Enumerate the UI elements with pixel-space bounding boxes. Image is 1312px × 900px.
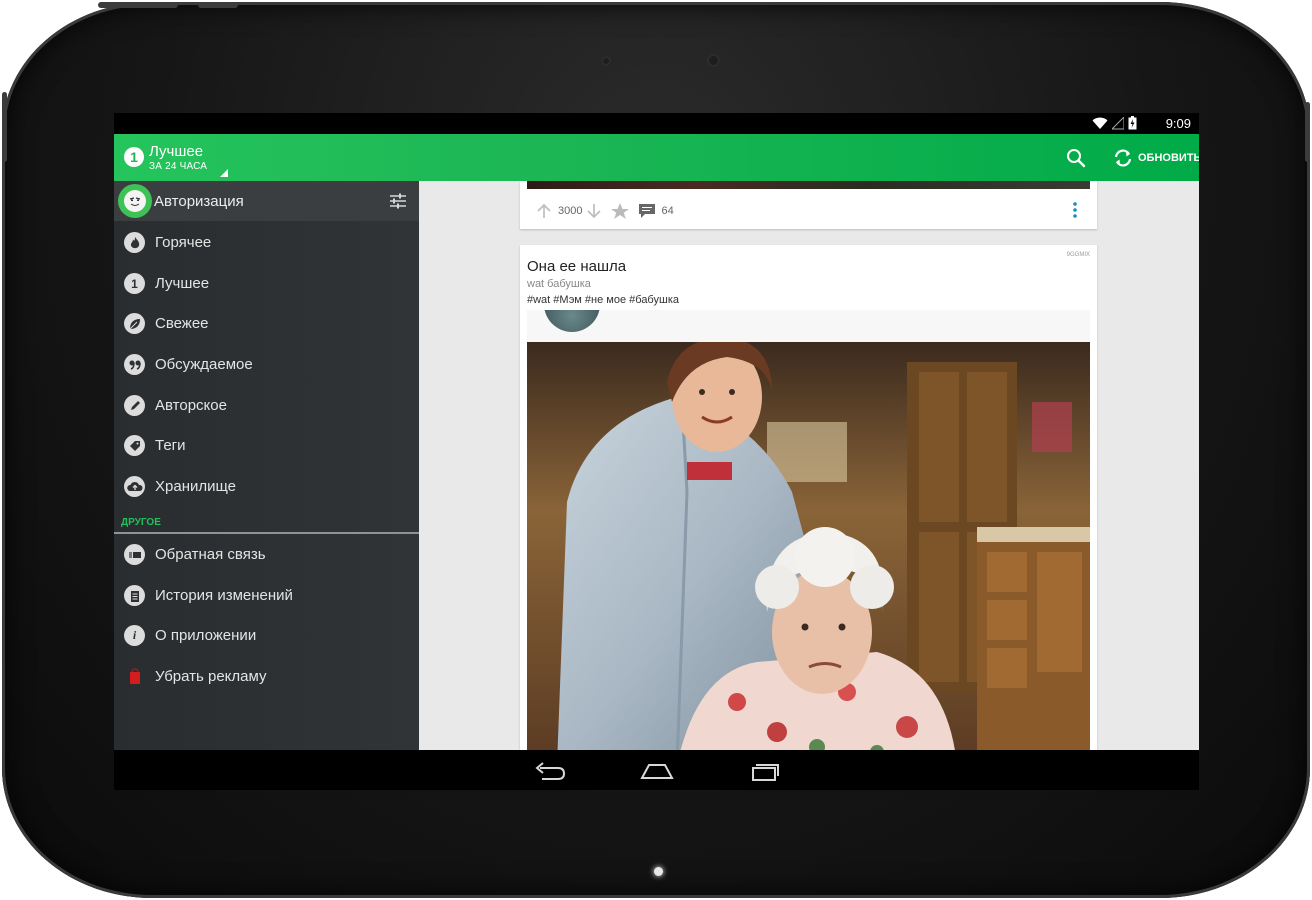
flame-icon [124,232,145,253]
troll-face-icon [124,190,146,212]
mail-icon [124,544,145,565]
drawer-item-hot[interactable]: Горячее [114,222,419,262]
drawer-item-remove-ads[interactable]: Убрать рекламу [114,656,419,696]
search-icon [1067,149,1086,168]
drawer-item-label: Лучшее [155,275,210,292]
system-nav-bar [114,750,1199,790]
refresh-icon [1114,149,1132,167]
downvote-icon[interactable] [586,202,602,220]
volume-button [98,2,178,8]
recents-button[interactable] [747,760,783,782]
drawer-item-label: Обсуждаемое [155,356,253,373]
post-image-previous[interactable] [527,181,1090,189]
star-icon[interactable] [610,202,630,220]
drawer-item-label: Теги [155,437,186,454]
drawer-item-label: Хранилище [155,478,236,495]
more-vert-icon [1073,202,1077,218]
comments-icon[interactable] [638,203,656,219]
quote-icon [124,354,145,375]
status-icons [1092,116,1137,130]
photo-illustration [527,342,1090,750]
clipboard-icon [124,585,145,606]
recents-icon [752,764,779,781]
drawer-item-storage[interactable]: Хранилище [114,466,419,506]
app-bar: 1 Лучшее ЗА 24 ЧАСА ОБНОВИТЬ [114,134,1199,181]
drawer-item-label: История изменений [155,587,293,604]
refresh-label: ОБНОВИТЬ [1138,152,1199,164]
post-image[interactable] [527,342,1090,750]
back-button[interactable] [532,760,568,782]
drawer-item-label: Обратная связь [155,546,266,563]
rating-count: 3000 [558,205,583,217]
clock: 9:09 [1165,116,1191,131]
section-title-other: ДРУГОЕ [121,517,161,528]
post-image-header [527,310,1090,342]
drawer-item-changelog[interactable]: История изменений [114,575,419,615]
post-subtitle: wat бабушка [527,278,591,290]
back-icon [535,762,566,780]
home-button[interactable] [639,760,675,782]
post-title[interactable]: Она ее нашла [527,258,626,275]
dropdown-indicator-icon [220,169,228,177]
info-icon: i [124,625,145,646]
power-button [198,2,238,8]
drawer-item-authored[interactable]: Авторское [114,385,419,425]
post-card: 9GGMIX Она ее нашла wat бабушка #wat #Мэ… [520,245,1097,750]
tag-icon [124,435,145,456]
number-one-icon: 1 [124,273,145,294]
drawer-item-about[interactable]: i О приложении [114,615,419,655]
wifi-icon [1092,117,1108,129]
comments-count: 64 [661,205,674,217]
battery-icon [1128,116,1137,130]
drawer-item-feedback[interactable]: Обратная связь [114,534,419,574]
leaf-icon [124,313,145,334]
side-button-left [2,92,7,162]
drawer-item-label: Горячее [155,234,212,251]
sensor-icon [601,56,611,66]
drawer-item-discussed[interactable]: Обсуждаемое [114,344,419,384]
sliders-icon [390,193,406,209]
pencil-icon [124,395,145,416]
avatar[interactable] [118,184,152,218]
bag-icon [124,666,145,687]
drawer-item-tags[interactable]: Теги [114,425,419,465]
refresh-button[interactable]: ОБНОВИТЬ [1112,144,1199,172]
drawer-item-label: О приложении [155,627,257,644]
auth-button[interactable]: Авторизация [154,193,244,210]
feed: 3000 64 9GGMIX Она ее нашла wat бабушка … [419,181,1199,750]
post-tags[interactable]: #wat #Мэм #не мое #бабушка [527,294,679,306]
drawer-header: Авторизация [114,181,419,221]
more-options-button[interactable] [1072,201,1078,219]
post-card-previous: 3000 64 [520,181,1097,229]
drawer-item-best[interactable]: 1 Лучшее [114,263,419,303]
home-icon [640,764,674,779]
drawer-item-label: Свежее [155,315,209,332]
navigation-drawer: Авторизация Горячее 1 Лучшее Свежее Обсу… [114,181,419,750]
screen: 9:09 1 Лучшее ЗА 24 ЧАСА ОБНОВИТЬ Автори… [114,113,1199,790]
section-selector[interactable]: 1 Лучшее ЗА 24 ЧАСА [114,134,234,181]
post-actions: 3000 64 [536,201,674,221]
search-button[interactable] [1062,144,1090,172]
drawer-item-fresh[interactable]: Свежее [114,303,419,343]
app-title: Лучшее [149,143,204,160]
post-source: 9GGMIX [1066,252,1090,258]
upvote-icon[interactable] [536,202,552,220]
side-button [1305,102,1310,162]
app-subtitle: ЗА 24 ЧАСА [149,161,208,172]
notification-light [654,867,663,876]
signal-icon [1112,116,1124,129]
filter-settings-button[interactable] [388,192,408,210]
camera-icon [707,54,720,67]
number-one-icon: 1 [124,147,144,167]
drawer-item-label: Убрать рекламу [155,668,267,685]
cloud-upload-icon [124,476,145,497]
status-bar: 9:09 [114,113,1199,134]
avatar-image [544,310,600,332]
drawer-item-label: Авторское [155,397,227,414]
